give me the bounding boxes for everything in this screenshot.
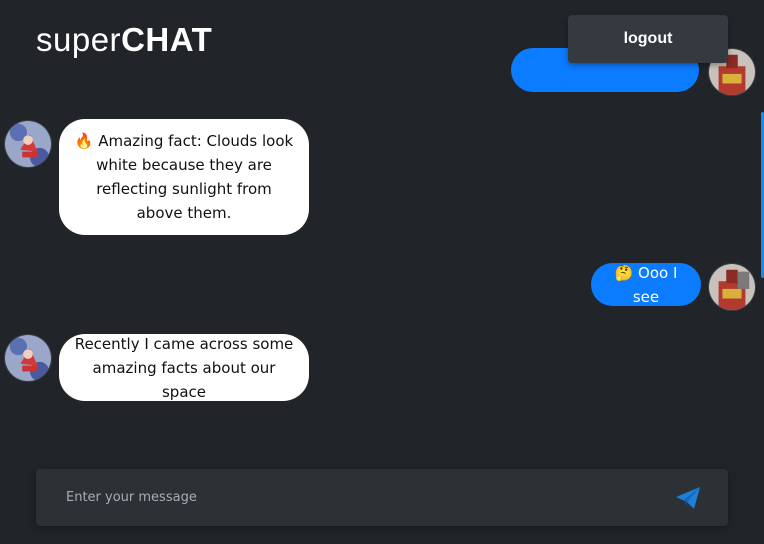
logout-button[interactable]: logout bbox=[568, 15, 728, 63]
bot-avatar[interactable] bbox=[4, 120, 52, 168]
chat-app: 🔥 Amazing fact: Clouds look white becaus… bbox=[0, 0, 764, 544]
message-input[interactable] bbox=[36, 469, 656, 526]
logo-light-text: super bbox=[36, 21, 122, 58]
paper-plane-icon bbox=[676, 487, 700, 509]
message-bubble: Recently I came across some amazing fact… bbox=[59, 334, 309, 401]
message-bubble: 🤔 Ooo I see bbox=[591, 263, 701, 306]
user-avatar[interactable] bbox=[708, 263, 756, 311]
app-logo: superCHAT bbox=[36, 20, 212, 60]
message-composer bbox=[36, 469, 728, 526]
logo-bold-text: CHAT bbox=[121, 21, 213, 58]
header: superCHAT logout bbox=[0, 0, 764, 78]
bot-avatar[interactable] bbox=[4, 334, 52, 382]
send-button[interactable] bbox=[672, 482, 704, 514]
message-bubble: 🔥 Amazing fact: Clouds look white becaus… bbox=[59, 119, 309, 235]
